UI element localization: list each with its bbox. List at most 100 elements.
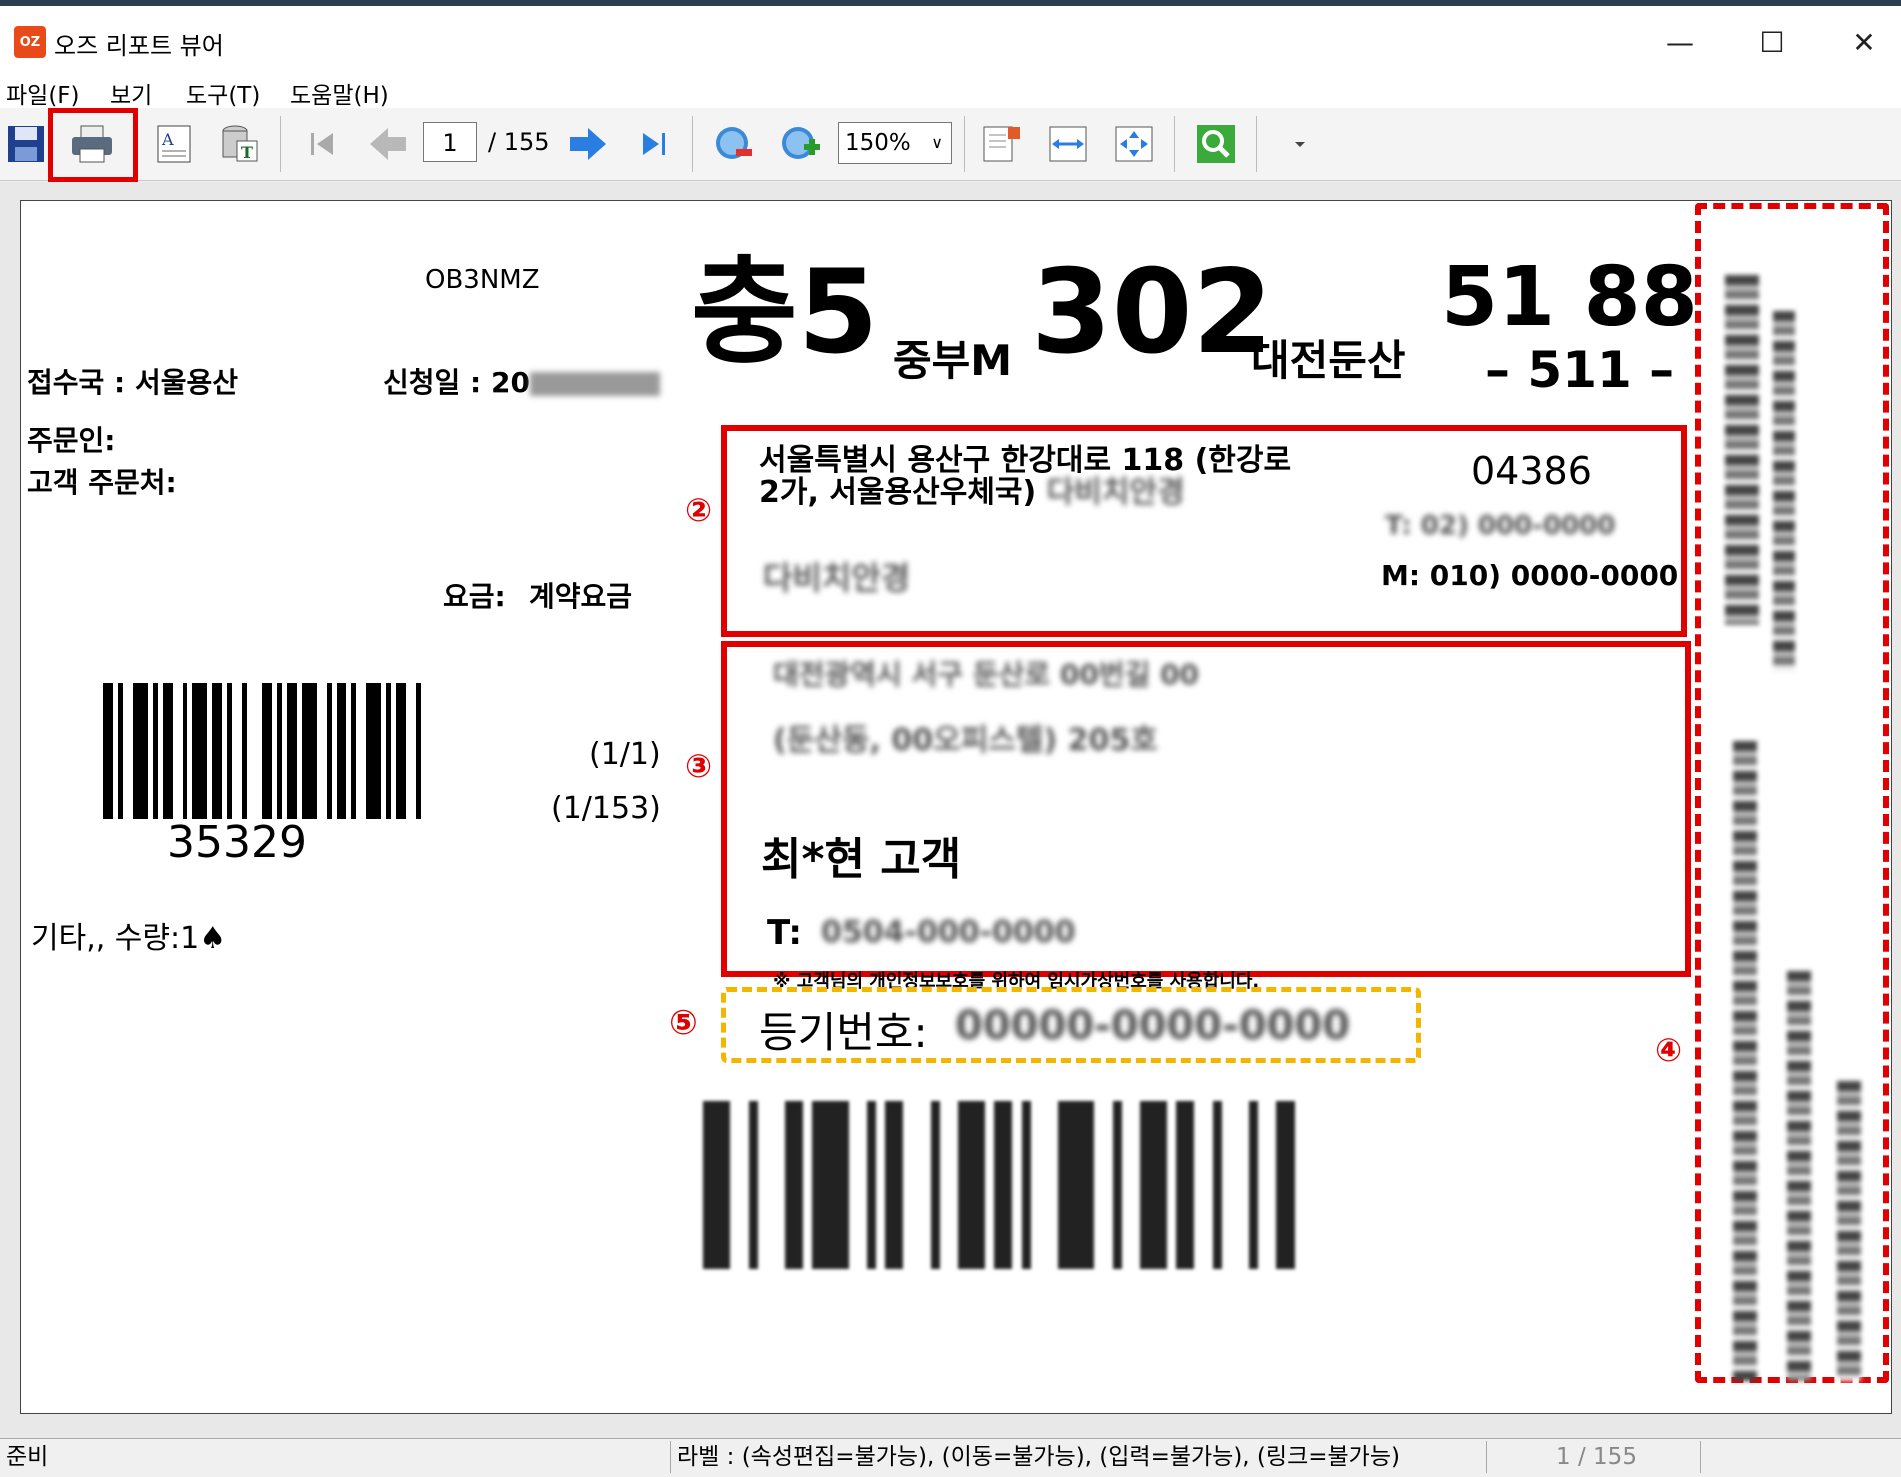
barcode-bar (212, 683, 223, 819)
arrow-right-icon (570, 128, 606, 160)
last-page-button[interactable] (628, 118, 680, 170)
side-text-blurred-2 (1733, 741, 1757, 1381)
barcode-bar (406, 683, 417, 819)
barcode-bar (1194, 1101, 1213, 1269)
minimize-button[interactable]: — (1650, 20, 1710, 64)
dropdown-arrow-icon (1295, 142, 1305, 147)
barcode-bar (232, 683, 243, 819)
barcode-bar (885, 1101, 904, 1269)
barcode-bar (286, 683, 297, 819)
route-number: 51 88 (1441, 250, 1698, 345)
sender-mobile: M: 010) 0000-0000 (1381, 559, 1679, 592)
barcode-bar (903, 1101, 931, 1269)
sender-address-line-1: 서울특별시 용산구 한강대로 118 (한강로 (759, 443, 1292, 478)
barcode-bar (812, 1101, 849, 1269)
zoom-out-button[interactable] (708, 118, 760, 170)
annotation-marker-5: ⑤ (669, 1003, 698, 1043)
barcode-bar (103, 683, 113, 819)
fit-window-icon (1115, 126, 1153, 162)
barcode-bar (930, 1101, 940, 1269)
fit-width-button[interactable] (1042, 118, 1094, 170)
zoom-select[interactable]: 150% ∨ (838, 122, 952, 164)
barcode-bar (1021, 1101, 1031, 1269)
misc-quantity: 기타,, 수량:1♠ (31, 921, 227, 956)
next-page-button[interactable] (562, 118, 614, 170)
window-title: 오즈 리포트 뷰어 (54, 32, 224, 60)
zoom-value: 150% (845, 130, 911, 156)
barcode-bar (848, 1101, 867, 1269)
barcode-bar (1057, 1101, 1095, 1269)
barcode-bar (757, 1101, 785, 1269)
menu-view[interactable]: 보기 (110, 76, 152, 110)
parcel-count-1: (1/1) (589, 737, 661, 772)
recipient-address-blurred-2: (둔산동, 00오피스텔) 205호 (773, 723, 1158, 758)
barcode-bar (1249, 1101, 1259, 1269)
sorting-barcode (103, 683, 421, 819)
save-icon (8, 126, 44, 162)
first-page-button[interactable] (296, 118, 348, 170)
status-label-info: 라벨 : (속성편집=불가능), (이동=불가능), (입력=불가능), (링크… (670, 1441, 1486, 1473)
barcode-bar (784, 1101, 804, 1269)
barcode-bar (416, 683, 421, 819)
close-button[interactable]: ✕ (1834, 20, 1894, 64)
request-date: 신청일 : 20 (383, 361, 660, 401)
status-ready: 준비 (6, 1444, 49, 1470)
fee-value: 계약요금 (529, 580, 633, 613)
barcode-bar (247, 683, 262, 819)
menu-file[interactable]: 파일(F) (6, 76, 80, 110)
svg-text:A: A (161, 130, 174, 149)
barcode-bar (1121, 1101, 1140, 1269)
barcode-bar (1176, 1101, 1195, 1269)
side-text-blurred-3 (1787, 971, 1811, 1381)
page-view-icon (983, 126, 1020, 162)
barcode-bar (301, 683, 317, 819)
recipient-phone-blurred: 0504-000-0000 (821, 915, 1076, 950)
request-date-label: 신청일 : 20 (383, 366, 530, 399)
barcode-bar (316, 683, 327, 819)
search-icon (1197, 125, 1235, 163)
fit-window-button[interactable] (1108, 118, 1160, 170)
route-big-2: 302 (1031, 245, 1274, 380)
route-small-2: 대전둔산 (1251, 336, 1406, 385)
annotation-marker-3: ③ (685, 747, 713, 785)
barcode-bar (1012, 1101, 1022, 1269)
sender-address-line-2-text: 2가, 서울용산우체국) (759, 475, 1037, 510)
text-document-icon: A (157, 125, 191, 163)
route-small-1: 중부M (893, 336, 1013, 385)
toolbar-options-button[interactable] (1274, 118, 1326, 170)
menu-tools[interactable]: 도구(T) (186, 76, 260, 110)
receiving-office: 접수국 : 서울용산 (27, 366, 239, 399)
barcode-bar (1258, 1101, 1277, 1269)
barcode-bar (122, 683, 133, 819)
previous-page-button[interactable] (362, 118, 414, 170)
svg-text:T: T (241, 143, 253, 162)
barcode-bar (356, 683, 367, 819)
fit-page-button[interactable] (976, 118, 1028, 170)
page-total: / 155 (488, 128, 550, 156)
status-bar: 준비 라벨 : (속성편집=불가능), (이동=불가능), (입력=불가능), … (0, 1438, 1901, 1477)
barcode-bar (866, 1101, 876, 1269)
route-big-1: 충5 (691, 245, 879, 380)
registration-barcode (703, 1101, 1295, 1269)
page-number-input[interactable]: 1 (423, 122, 477, 162)
save-button[interactable] (0, 118, 52, 170)
oz-logo-icon: OZ (14, 26, 46, 58)
menu-help[interactable]: 도움말(H) (290, 76, 389, 110)
barcode-bar (1139, 1101, 1168, 1269)
zoom-in-button[interactable] (774, 118, 826, 170)
barcode-bar (994, 1101, 1013, 1269)
barcode-bar (803, 1101, 813, 1269)
first-page-icon (311, 133, 333, 155)
barcode-bar (703, 1101, 731, 1269)
barcode-bar (396, 683, 407, 819)
maximize-button[interactable]: ☐ (1742, 20, 1802, 64)
data-export-button[interactable]: T (214, 118, 266, 170)
barcode-bar (985, 1101, 995, 1269)
find-button[interactable] (1190, 118, 1242, 170)
arrow-left-icon (370, 128, 406, 160)
text-export-button[interactable]: A (148, 118, 200, 170)
orderer-label: 주문인: (27, 424, 116, 457)
barcode-bar (939, 1101, 958, 1269)
recipient-phone-label: T: (767, 913, 802, 953)
registration-number-label: 등기번호: (759, 1008, 928, 1057)
